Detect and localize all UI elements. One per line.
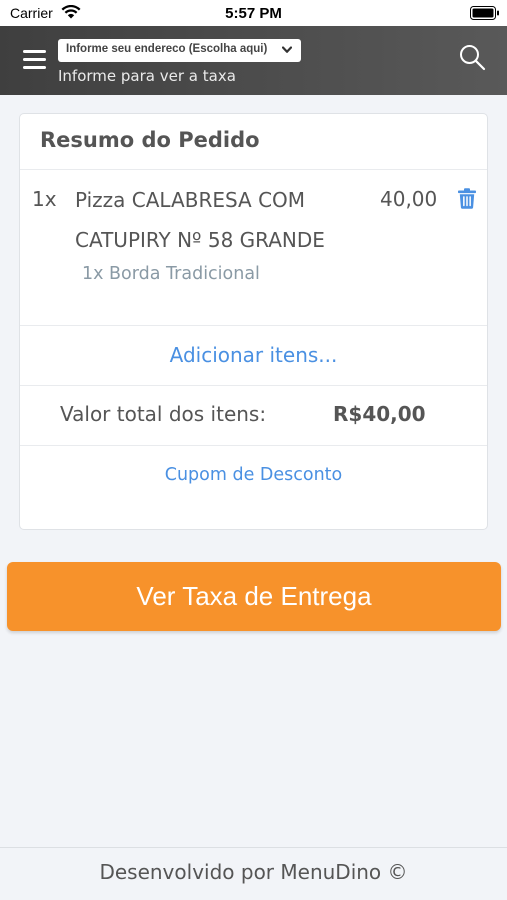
order-summary-card: Resumo do Pedido 1x Pizza CALABRESA COM … — [19, 113, 488, 530]
total-value: R$40,00 — [333, 402, 426, 426]
divider — [20, 445, 487, 446]
item-name: Pizza CALABRESA COM CATUPIRY Nº 58 GRAND… — [75, 188, 325, 252]
item-option: 1x Borda Tradicional — [82, 264, 260, 284]
divider — [20, 325, 487, 326]
search-icon[interactable] — [458, 43, 486, 71]
divider — [20, 385, 487, 386]
menu-icon[interactable] — [23, 50, 46, 70]
address-select[interactable]: Informe seu endereco (Escolha aqui) — [58, 39, 301, 62]
footer-credit: Desenvolvido por MenuDino © — [99, 860, 408, 884]
item-quantity: 1x — [32, 187, 57, 211]
coupon-link[interactable]: Cupom de Desconto — [20, 465, 487, 485]
total-label: Valor total dos itens: — [60, 402, 267, 426]
trash-icon[interactable] — [458, 188, 476, 209]
battery-icon — [470, 6, 499, 20]
footer-divider — [0, 847, 507, 848]
address-select-label: Informe seu endereco (Escolha aqui) — [66, 43, 268, 55]
order-summary-title: Resumo do Pedido — [40, 128, 260, 152]
divider — [20, 169, 487, 170]
app-header: Informe seu endereco (Escolha aqui) Info… — [0, 26, 507, 95]
clock: 5:57 PM — [225, 5, 282, 22]
view-delivery-fee-button[interactable]: Ver Taxa de Entrega — [7, 562, 501, 631]
address-hint: Informe para ver a taxa — [58, 67, 236, 85]
add-items-link[interactable]: Adicionar itens... — [20, 343, 487, 367]
status-bar: Carrier 5:57 PM — [0, 0, 507, 26]
chevron-down-icon — [282, 46, 292, 53]
item-price: 40,00 — [380, 187, 438, 211]
